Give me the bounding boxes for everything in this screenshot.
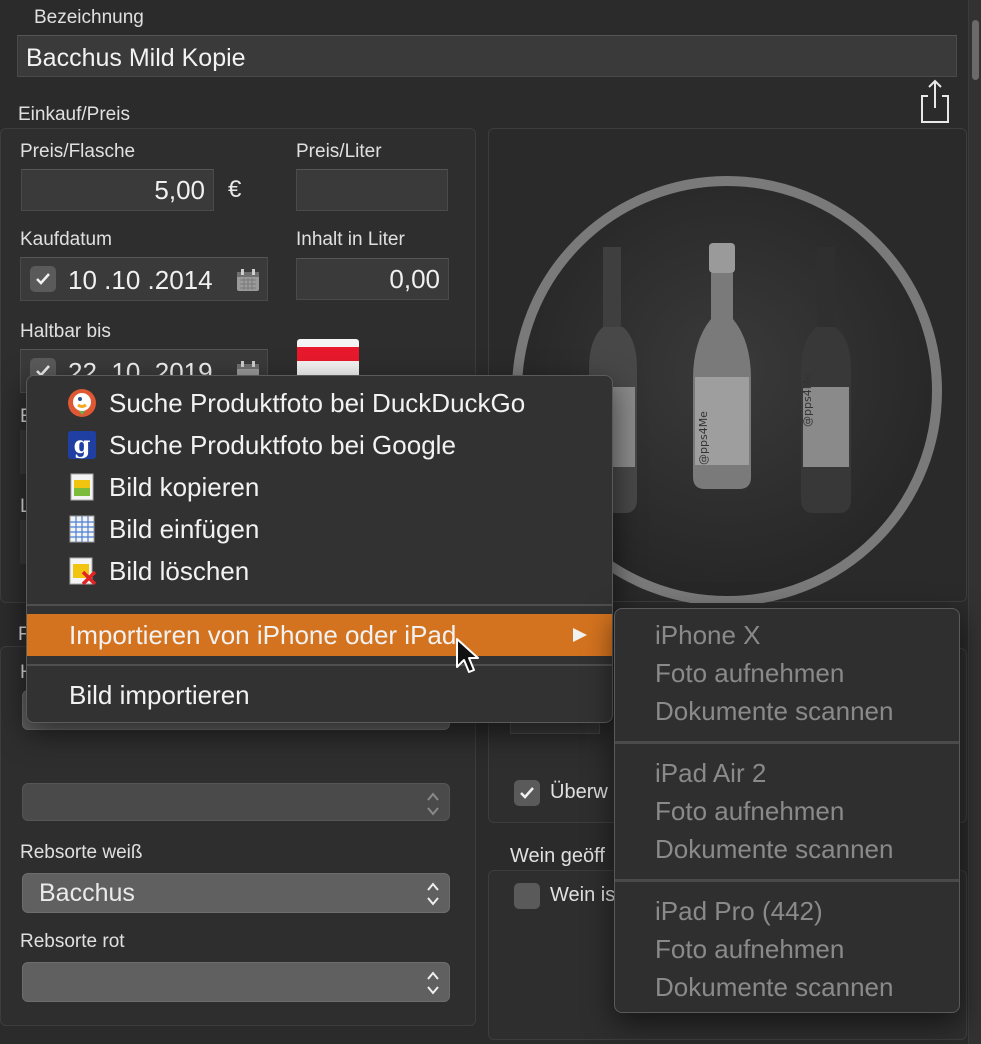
rebsorte-weiss-label: Rebsorte weiß bbox=[20, 842, 143, 863]
submenu-iphone-photo[interactable]: Foto aufnehmen bbox=[655, 654, 844, 692]
rebsorte-rot-popup[interactable] bbox=[22, 962, 450, 1002]
rebsorte-rot-label: Rebsorte rot bbox=[20, 931, 125, 952]
duckduckgo-icon bbox=[68, 389, 96, 417]
window-scrollbar[interactable] bbox=[968, 0, 981, 1044]
ueberwachen-checkbox[interactable] bbox=[514, 780, 540, 806]
mouse-cursor-icon bbox=[456, 638, 479, 673]
stepper-icon bbox=[427, 882, 439, 906]
submenu-arrow-icon bbox=[573, 628, 587, 642]
ueberwachen-label: Überw bbox=[550, 781, 608, 803]
stepper-icon bbox=[427, 792, 439, 816]
menu-item-label: Bild löschen bbox=[109, 556, 250, 586]
menu-item-label: Suche Produktfoto bei DuckDuckGo bbox=[109, 388, 526, 418]
menu-item-delete[interactable]: Bild löschen bbox=[27, 550, 612, 592]
bottle-label-text-right: @pps4Me bbox=[801, 373, 814, 427]
einkauf-section-label: Einkauf/Preis bbox=[18, 104, 130, 125]
rebsorte-weiss-popup[interactable]: Bacchus bbox=[22, 873, 450, 913]
bezeichnung-value: Bacchus Mild Kopie bbox=[26, 44, 246, 72]
rebsorte-rot-value bbox=[23, 968, 39, 996]
menu-separator bbox=[27, 664, 612, 666]
inhalt-label: Inhalt in Liter bbox=[296, 229, 405, 250]
menu-item-google[interactable]: g Suche Produktfoto bei Google bbox=[27, 424, 612, 466]
preis-flasche-label: Preis/Flasche bbox=[20, 141, 136, 162]
kaufdatum-value: 10 .10 .2014 bbox=[68, 265, 213, 295]
submenu-ipad-air-photo[interactable]: Foto aufnehmen bbox=[655, 792, 844, 830]
menu-item-import-image[interactable]: Bild importieren bbox=[27, 674, 612, 716]
calendar-icon[interactable] bbox=[235, 267, 261, 293]
wein-geoeffnet-label: Wein geöff bbox=[510, 845, 605, 867]
share-button[interactable] bbox=[918, 78, 952, 124]
share-icon bbox=[921, 79, 949, 123]
menu-item-import-device[interactable]: Importieren von iPhone oder iPad bbox=[27, 614, 612, 656]
stepper-icon bbox=[427, 971, 439, 995]
copy-image-icon bbox=[70, 473, 94, 501]
checkmark-icon bbox=[36, 273, 50, 285]
bottle-label-text-middle: @pps4Me bbox=[697, 411, 710, 465]
preis-liter-field[interactable] bbox=[296, 169, 448, 211]
submenu-ipad-pro-scan[interactable]: Dokumente scannen bbox=[655, 968, 893, 1006]
menu-separator bbox=[27, 604, 612, 606]
empty-popup[interactable] bbox=[22, 783, 450, 821]
bezeichnung-field[interactable]: Bacchus Mild Kopie bbox=[17, 35, 957, 77]
scrollbar-thumb[interactable] bbox=[972, 20, 979, 80]
menu-item-copy[interactable]: Bild kopieren bbox=[27, 466, 612, 508]
menu-item-label: Importieren von iPhone oder iPad bbox=[69, 620, 457, 650]
preis-liter-label: Preis/Liter bbox=[296, 141, 382, 162]
menu-item-label: Bild kopieren bbox=[109, 472, 260, 502]
submenu-separator bbox=[615, 741, 959, 744]
menu-item-label: Bild importieren bbox=[69, 680, 250, 710]
submenu-device-ipad-air: iPad Air 2 bbox=[655, 758, 767, 788]
submenu-separator bbox=[615, 879, 959, 882]
submenu-device-ipad-pro: iPad Pro (442) bbox=[655, 896, 823, 926]
wein-ist-label: Wein is bbox=[550, 884, 616, 906]
kaufdatum-checkbox[interactable] bbox=[30, 266, 56, 292]
inhalt-field[interactable]: 0,00 bbox=[296, 258, 449, 300]
submenu-ipad-air-scan[interactable]: Dokumente scannen bbox=[655, 830, 893, 868]
rebsorte-weiss-value: Bacchus bbox=[39, 879, 135, 907]
kaufdatum-field[interactable]: 10 .10 .2014 bbox=[20, 257, 268, 301]
context-menu: Suche Produktfoto bei DuckDuckGo g Suche… bbox=[26, 375, 613, 723]
menu-item-label: Suche Produktfoto bei Google bbox=[109, 430, 456, 460]
kaufdatum-label: Kaufdatum bbox=[20, 229, 112, 250]
preis-flasche-field[interactable]: 5,00 bbox=[21, 169, 214, 211]
paste-image-icon bbox=[69, 515, 95, 543]
menu-item-duckduckgo[interactable]: Suche Produktfoto bei DuckDuckGo bbox=[27, 382, 612, 424]
device-submenu: iPhone X Foto aufnehmen Dokumente scanne… bbox=[614, 608, 960, 1013]
wein-ist-checkbox[interactable] bbox=[514, 883, 540, 909]
submenu-ipad-pro-photo[interactable]: Foto aufnehmen bbox=[655, 930, 844, 968]
google-icon: g bbox=[68, 430, 96, 459]
bezeichnung-label: Bezeichnung bbox=[34, 7, 144, 28]
menu-item-label: Bild einfügen bbox=[109, 514, 260, 544]
svg-text:g: g bbox=[74, 430, 91, 459]
currency-label: € bbox=[228, 176, 242, 203]
submenu-iphone-scan[interactable]: Dokumente scannen bbox=[655, 692, 893, 730]
menu-item-paste[interactable]: Bild einfügen bbox=[27, 508, 612, 550]
delete-image-icon bbox=[69, 557, 97, 586]
haltbar-label: Haltbar bis bbox=[20, 321, 111, 342]
submenu-device-iphone: iPhone X bbox=[655, 620, 761, 650]
status-flag[interactable] bbox=[297, 339, 359, 379]
checkmark-icon bbox=[520, 787, 534, 799]
